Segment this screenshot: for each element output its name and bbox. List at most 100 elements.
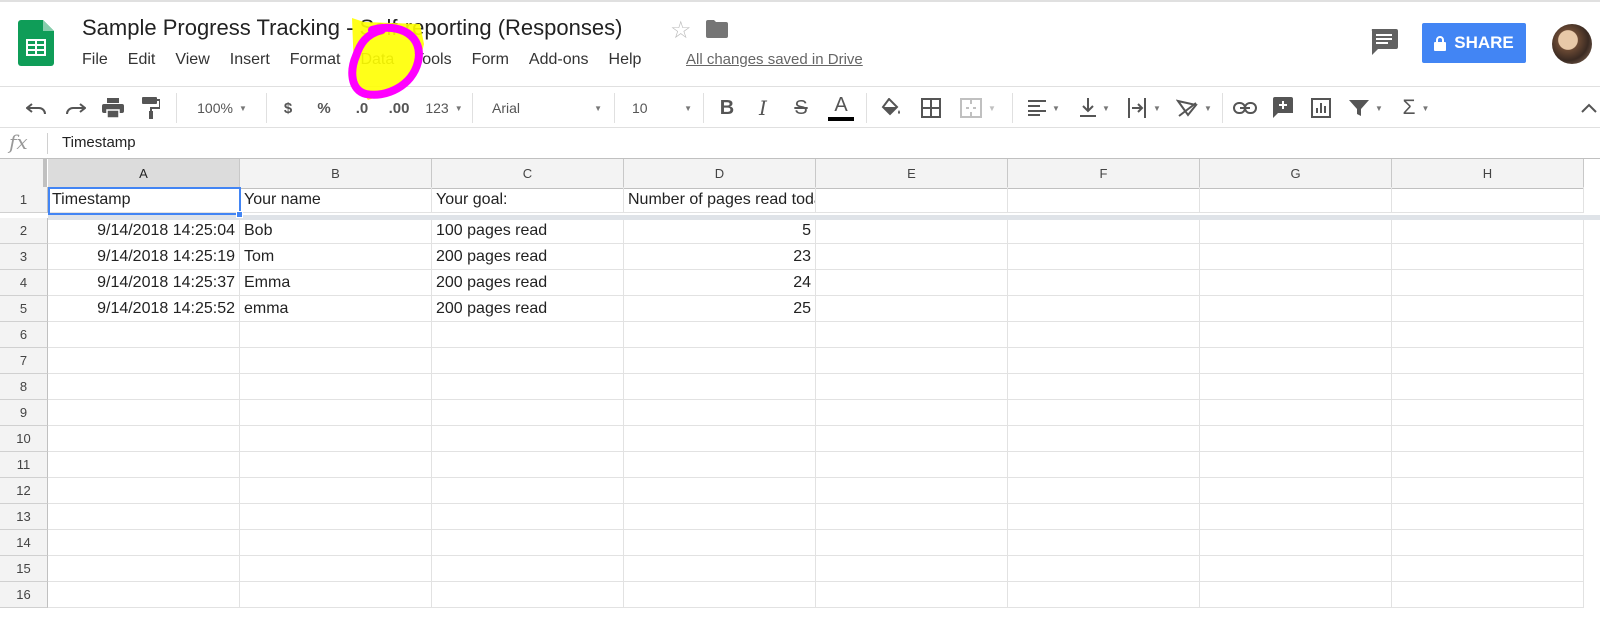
column-header-c[interactable]: C xyxy=(432,159,624,189)
cell-e4[interactable] xyxy=(816,270,1008,296)
cell-g1[interactable] xyxy=(1200,187,1392,213)
filter-icon[interactable]: ▼ xyxy=(1346,87,1386,129)
collapse-icon[interactable] xyxy=(1578,87,1600,129)
cell-e7[interactable] xyxy=(816,348,1008,374)
cell-g10[interactable] xyxy=(1200,426,1392,452)
cell-c9[interactable] xyxy=(432,400,624,426)
cell-e10[interactable] xyxy=(816,426,1008,452)
cell-d11[interactable] xyxy=(624,452,816,478)
percent-format-button[interactable]: % xyxy=(314,87,334,129)
text-color-button[interactable]: A xyxy=(828,87,854,129)
cell-b9[interactable] xyxy=(240,400,432,426)
cell-b16[interactable] xyxy=(240,582,432,608)
cell-a13[interactable] xyxy=(48,504,240,530)
cell-e6[interactable] xyxy=(816,322,1008,348)
cell-h3[interactable] xyxy=(1392,244,1584,270)
cell-g9[interactable] xyxy=(1200,400,1392,426)
cell-a14[interactable] xyxy=(48,530,240,556)
font-family-select[interactable]: Arial ▼ xyxy=(492,87,602,129)
row-header-12[interactable]: 12 xyxy=(0,478,48,504)
cell-g11[interactable] xyxy=(1200,452,1392,478)
cell-c10[interactable] xyxy=(432,426,624,452)
cell-b4[interactable]: Emma xyxy=(240,270,432,296)
cell-b13[interactable] xyxy=(240,504,432,530)
row-header-1[interactable]: 1 xyxy=(0,187,48,213)
text-wrap-icon[interactable]: ▼ xyxy=(1124,87,1164,129)
cell-c6[interactable] xyxy=(432,322,624,348)
cell-h6[interactable] xyxy=(1392,322,1584,348)
formula-input[interactable]: Timestamp xyxy=(62,134,136,151)
cell-d2[interactable]: 5 xyxy=(624,218,816,244)
cell-b14[interactable] xyxy=(240,530,432,556)
cell-e12[interactable] xyxy=(816,478,1008,504)
cell-a4[interactable]: 9/14/2018 14:25:37 xyxy=(48,270,240,296)
menu-insert[interactable]: Insert xyxy=(220,50,280,72)
cell-f6[interactable] xyxy=(1008,322,1200,348)
row-header-2[interactable]: 2 xyxy=(0,218,48,244)
menu-file[interactable]: File xyxy=(72,50,118,72)
row-header-9[interactable]: 9 xyxy=(0,400,48,426)
cell-f3[interactable] xyxy=(1008,244,1200,270)
redo-icon[interactable] xyxy=(62,87,88,129)
more-formats-button[interactable]: 123 ▼ xyxy=(424,87,464,129)
select-all-corner[interactable] xyxy=(0,159,47,189)
cell-d12[interactable] xyxy=(624,478,816,504)
cell-f10[interactable] xyxy=(1008,426,1200,452)
avatar[interactable] xyxy=(1552,24,1592,64)
cell-f15[interactable] xyxy=(1008,556,1200,582)
cell-b3[interactable]: Tom xyxy=(240,244,432,270)
fill-handle[interactable] xyxy=(236,211,243,218)
cell-h15[interactable] xyxy=(1392,556,1584,582)
column-header-f[interactable]: F xyxy=(1008,159,1200,189)
cell-h11[interactable] xyxy=(1392,452,1584,478)
cell-g16[interactable] xyxy=(1200,582,1392,608)
row-header-13[interactable]: 13 xyxy=(0,504,48,530)
menu-tools[interactable]: Tools xyxy=(404,50,461,72)
cell-e16[interactable] xyxy=(816,582,1008,608)
font-size-select[interactable]: 10 ▼ xyxy=(632,87,692,129)
cell-g4[interactable] xyxy=(1200,270,1392,296)
menu-add-ons[interactable]: Add-ons xyxy=(519,50,599,72)
cell-h13[interactable] xyxy=(1392,504,1584,530)
cell-a9[interactable] xyxy=(48,400,240,426)
cell-g2[interactable] xyxy=(1200,218,1392,244)
bold-button[interactable]: B xyxy=(716,87,738,129)
save-status-link[interactable]: All changes saved in Drive xyxy=(686,51,863,68)
cell-b10[interactable] xyxy=(240,426,432,452)
currency-format-button[interactable]: $ xyxy=(278,87,298,129)
menu-format[interactable]: Format xyxy=(280,50,351,72)
row-header-14[interactable]: 14 xyxy=(0,530,48,556)
comments-icon[interactable] xyxy=(1370,29,1398,55)
cell-e13[interactable] xyxy=(816,504,1008,530)
cell-h5[interactable] xyxy=(1392,296,1584,322)
cell-d15[interactable] xyxy=(624,556,816,582)
strikethrough-button[interactable]: S xyxy=(790,87,812,129)
cell-b7[interactable] xyxy=(240,348,432,374)
cell-h1[interactable] xyxy=(1392,187,1584,213)
row-header-16[interactable]: 16 xyxy=(0,582,48,608)
cell-f2[interactable] xyxy=(1008,218,1200,244)
row-header-6[interactable]: 6 xyxy=(0,322,48,348)
frozen-row-divider[interactable] xyxy=(48,215,1600,220)
sheets-logo-icon[interactable] xyxy=(18,20,54,66)
cell-c13[interactable] xyxy=(432,504,624,530)
zoom-select[interactable]: 100% ▼ xyxy=(190,87,254,129)
vertical-align-icon[interactable]: ▼ xyxy=(1076,87,1114,129)
row-header-4[interactable]: 4 xyxy=(0,270,48,296)
menu-view[interactable]: View xyxy=(165,50,219,72)
cell-h14[interactable] xyxy=(1392,530,1584,556)
cell-b15[interactable] xyxy=(240,556,432,582)
cell-a16[interactable] xyxy=(48,582,240,608)
cell-h9[interactable] xyxy=(1392,400,1584,426)
align-left-icon[interactable]: ▼ xyxy=(1024,87,1064,129)
cell-b1[interactable]: Your name xyxy=(240,187,432,213)
menu-form[interactable]: Form xyxy=(462,50,519,72)
cell-a15[interactable] xyxy=(48,556,240,582)
cell-c8[interactable] xyxy=(432,374,624,400)
increase-decimal-button[interactable]: .00 xyxy=(384,87,414,129)
row-header-15[interactable]: 15 xyxy=(0,556,48,582)
cell-e1[interactable] xyxy=(816,187,1008,213)
cell-c15[interactable] xyxy=(432,556,624,582)
column-header-a[interactable]: A xyxy=(48,159,240,189)
folder-icon[interactable] xyxy=(706,20,728,38)
